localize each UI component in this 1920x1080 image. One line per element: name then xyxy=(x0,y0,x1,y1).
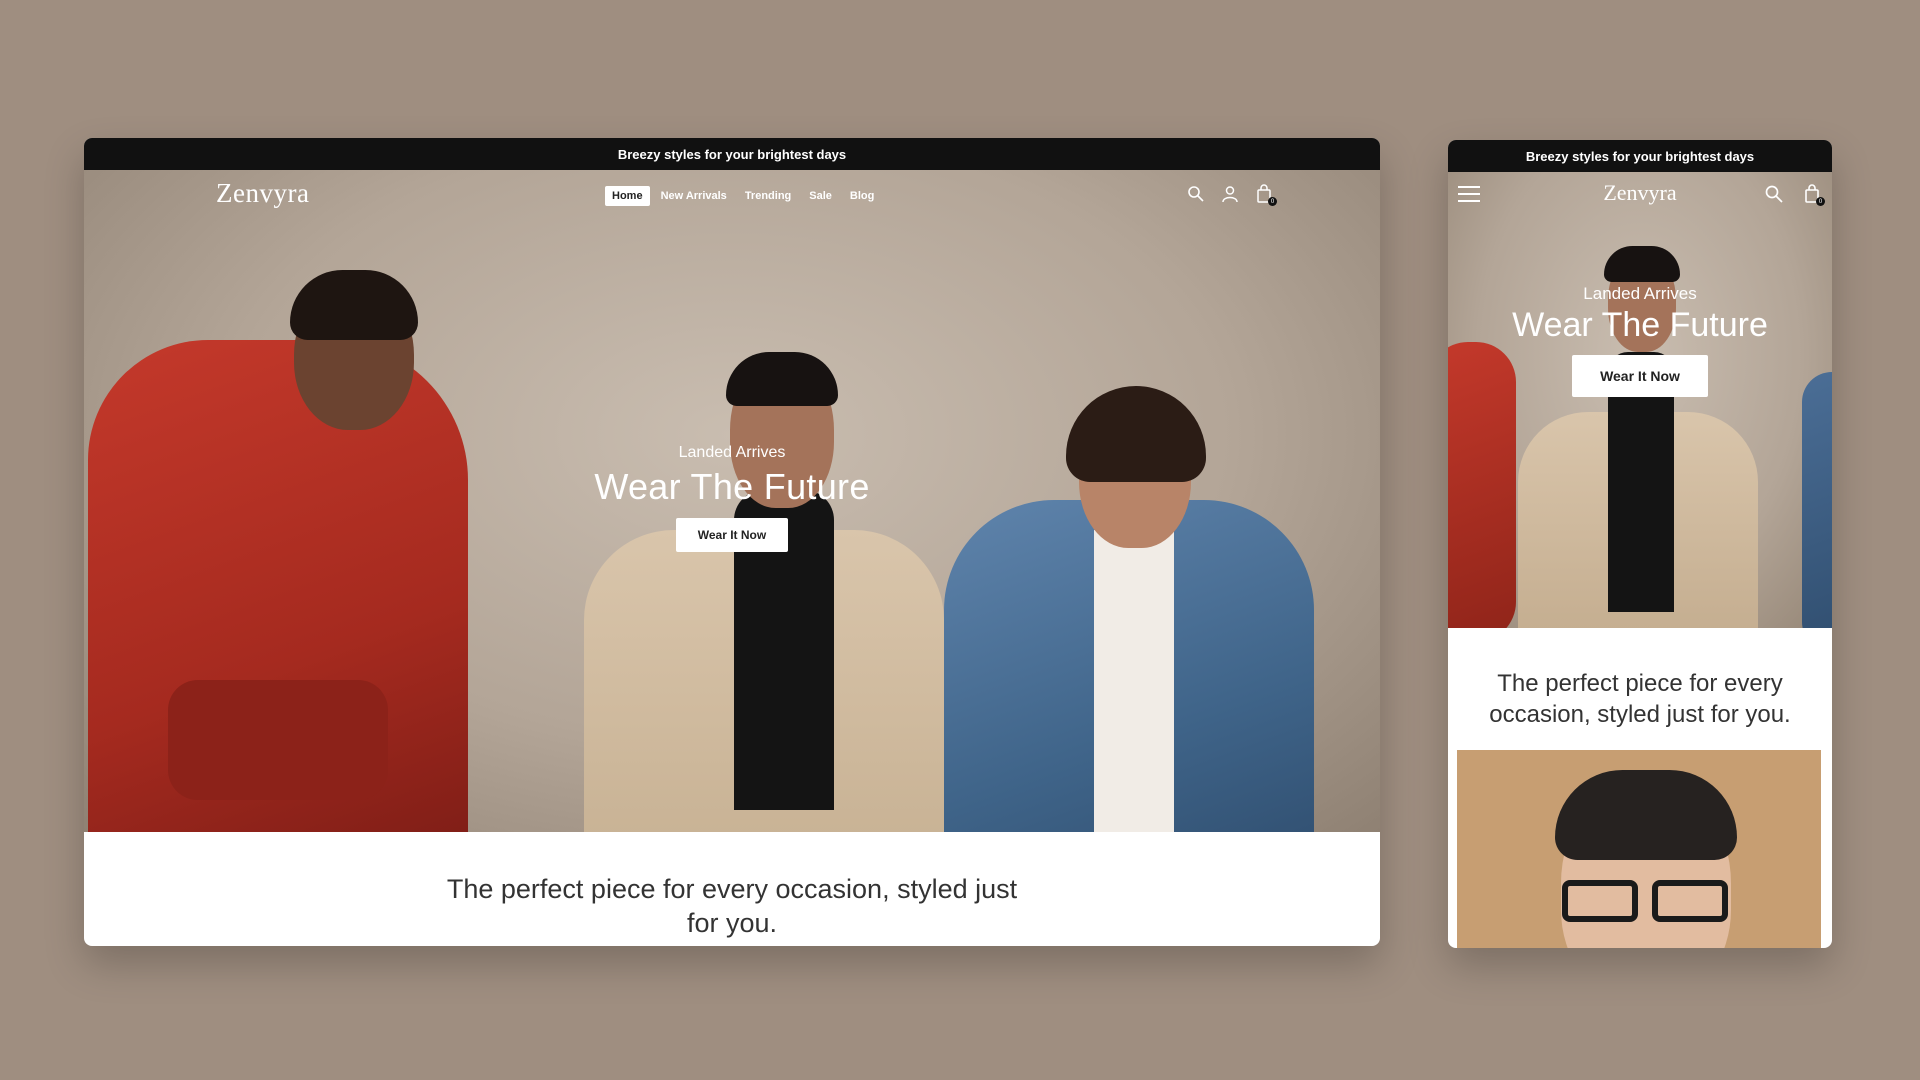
mobile-cart-count-badge: 0 xyxy=(1816,197,1825,206)
nav-item-trending[interactable]: Trending xyxy=(738,186,798,206)
search-icon[interactable] xyxy=(1186,184,1206,204)
mobile-nav: Zenvyra 0 xyxy=(1448,172,1832,216)
mobile-announcement-bar: Breezy styles for your brightest days xyxy=(1448,140,1832,172)
mobile-preview: Breezy styles for your brightest days Ze… xyxy=(1448,140,1832,948)
glasses-illustration xyxy=(1547,880,1743,922)
mobile-wear-it-now-button[interactable]: Wear It Now xyxy=(1572,355,1708,397)
hero-eyebrow: Landed Arrives xyxy=(678,444,786,461)
search-icon[interactable] xyxy=(1764,184,1784,204)
wear-it-now-button[interactable]: Wear It Now xyxy=(675,518,789,552)
featured-model-image xyxy=(1457,750,1821,948)
hero-banner: Zenvyra Home New Arrivals Trending Sale … xyxy=(84,170,1380,832)
mobile-hero-content: Landed Arrives Wear The Future Wear It N… xyxy=(1448,284,1832,397)
nav-icons: 0 xyxy=(1186,184,1277,206)
mobile-hero-eyebrow: Landed Arrives xyxy=(1583,284,1697,303)
nav-item-home[interactable]: Home xyxy=(605,186,650,206)
mobile-nav-icons: 0 xyxy=(1764,184,1825,206)
hero-content: Landed Arrives Wear The Future Wear It N… xyxy=(84,444,1380,552)
main-nav: Zenvyra Home New Arrivals Trending Sale … xyxy=(84,170,1380,220)
nav-item-sale[interactable]: Sale xyxy=(802,186,839,206)
mobile-announcement-text: Breezy styles for your brightest days xyxy=(1525,148,1755,164)
cart-icon[interactable]: 0 xyxy=(1802,184,1825,206)
mobile-model-denim-jacket xyxy=(1802,372,1832,628)
desktop-preview: Breezy styles for your brightest days Ze… xyxy=(84,138,1380,946)
mobile-hero-banner: Zenvyra 0 Landed Arrives Wear The Future… xyxy=(1448,172,1832,628)
logo[interactable]: Zenvyra xyxy=(216,178,309,209)
nav-menu: Home New Arrivals Trending Sale Blog xyxy=(605,186,885,206)
account-icon[interactable] xyxy=(1220,184,1240,204)
mobile-hero-title: Wear The Future xyxy=(1512,306,1768,344)
nav-item-new-arrivals[interactable]: New Arrivals xyxy=(654,186,734,206)
cart-icon[interactable]: 0 xyxy=(1254,184,1277,206)
nav-item-blog[interactable]: Blog xyxy=(843,186,881,206)
announcement-text: Breezy styles for your brightest days xyxy=(617,146,847,162)
mobile-tagline: The perfect piece for every occasion, st… xyxy=(1489,670,1791,728)
tagline: The perfect piece for every occasion, st… xyxy=(446,874,1018,938)
cart-count-badge: 0 xyxy=(1268,197,1277,206)
announcement-bar: Breezy styles for your brightest days xyxy=(84,138,1380,170)
hero-title: Wear The Future xyxy=(594,466,870,507)
